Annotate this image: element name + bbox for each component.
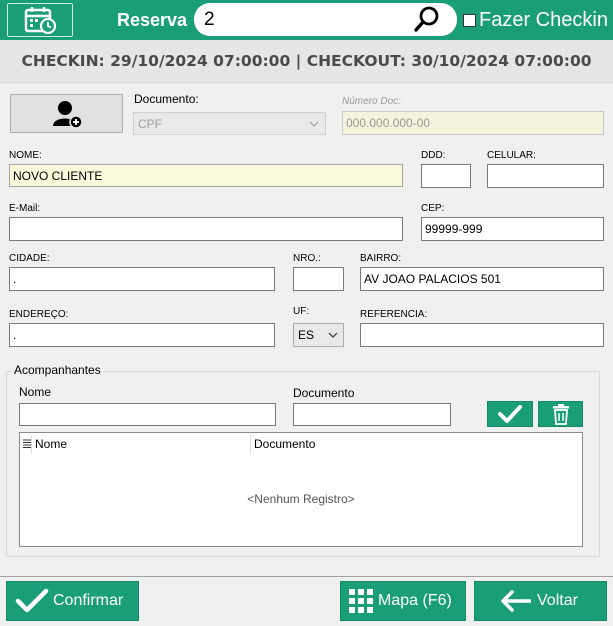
check-icon xyxy=(498,405,522,423)
cep-label: CEP: xyxy=(421,203,445,214)
remove-acompanhante-button[interactable] xyxy=(538,401,583,427)
email-label: E-Mail: xyxy=(9,203,41,214)
grid-col-documento[interactable]: Documento xyxy=(254,437,315,451)
confirmar-label: Confirmar xyxy=(53,592,124,609)
nro-field[interactable] xyxy=(293,267,344,291)
uf-label: UF: xyxy=(293,306,310,317)
uf-value: ES xyxy=(298,328,315,342)
acomp-nome-field[interactable] xyxy=(19,403,276,426)
endereco-field[interactable]: . xyxy=(9,323,275,347)
acomp-documento-label: Documento xyxy=(293,386,355,400)
numero-doc-label: Número Doc: xyxy=(342,96,401,107)
check-icon xyxy=(15,588,49,613)
fazer-checkin-label: Fazer Checkin xyxy=(479,9,608,31)
acomp-nome-label: Nome xyxy=(19,385,52,399)
celular-label: CELULAR: xyxy=(487,150,536,161)
add-user-icon xyxy=(52,100,83,129)
add-acompanhante-button[interactable] xyxy=(487,401,533,427)
search-button[interactable] xyxy=(412,4,442,34)
arrow-left-icon xyxy=(501,590,531,612)
documento-label: Documento: xyxy=(134,92,199,106)
add-photo-button[interactable] xyxy=(10,94,123,133)
bairro-label: BAIRRO: xyxy=(360,253,402,264)
checkin-checkout-text: CHECKIN: 29/10/2024 07:00:00 | CHECKOUT:… xyxy=(21,52,592,70)
checkin-checkout-bar: CHECKIN: 29/10/2024 07:00:00 | CHECKOUT:… xyxy=(0,40,613,83)
documento-value: CPF xyxy=(138,116,162,131)
grid-col-nome[interactable]: Nome xyxy=(35,437,67,451)
mapa-label: Mapa (F6) xyxy=(378,592,452,609)
uf-select[interactable]: ES xyxy=(293,323,344,347)
ddd-field[interactable] xyxy=(421,164,471,188)
voltar-label: Voltar xyxy=(537,592,578,609)
nome-label: NOME: xyxy=(9,150,42,161)
documento-select[interactable]: CPF xyxy=(133,112,326,135)
reserva-label: Reserva xyxy=(117,10,188,30)
bairro-field[interactable]: AV JOAO PALACIOS 501 xyxy=(360,267,604,291)
acompanhantes-title: Acompanhantes xyxy=(12,363,103,377)
trash-icon xyxy=(552,404,569,425)
referencia-label: REFERENCIA: xyxy=(360,309,428,320)
grid-icon xyxy=(349,589,373,613)
confirmar-button[interactable]: Confirmar xyxy=(6,581,139,621)
voltar-button[interactable]: Voltar xyxy=(474,581,607,621)
grid-menu-icon[interactable] xyxy=(23,439,31,449)
email-field[interactable] xyxy=(9,217,403,241)
acompanhantes-grid[interactable]: Nome Documento <Nenhum Registro> xyxy=(19,432,583,547)
grid-header: Nome Documento xyxy=(20,433,582,455)
mapa-button[interactable]: Mapa (F6) xyxy=(340,581,466,621)
grid-empty-message: <Nenhum Registro> xyxy=(247,492,355,506)
calendar-clock-icon xyxy=(24,7,57,35)
nome-field[interactable]: NOVO CLIENTE xyxy=(9,164,403,187)
chevron-down-icon xyxy=(309,121,319,127)
cep-field[interactable]: 99999-999 xyxy=(421,217,604,241)
cidade-label: CIDADE: xyxy=(9,253,50,264)
acomp-documento-field[interactable] xyxy=(293,403,451,426)
endereco-label: ENDEREÇO: xyxy=(9,309,69,320)
fazer-checkin-checkbox[interactable] xyxy=(463,14,476,27)
search-icon xyxy=(414,6,439,32)
chevron-down-icon xyxy=(328,332,338,338)
footer-divider xyxy=(0,576,613,577)
cidade-field[interactable]: . xyxy=(9,267,275,291)
calendar-button[interactable] xyxy=(7,3,73,37)
nro-label: NRO.: xyxy=(293,253,321,264)
fazer-checkin-toggle[interactable]: Fazer Checkin xyxy=(463,9,608,32)
ddd-label: DDD: xyxy=(421,150,446,161)
referencia-field[interactable] xyxy=(360,323,604,347)
numero-doc-field[interactable]: 000.000.000-00 xyxy=(342,111,604,135)
celular-field[interactable] xyxy=(487,164,604,188)
